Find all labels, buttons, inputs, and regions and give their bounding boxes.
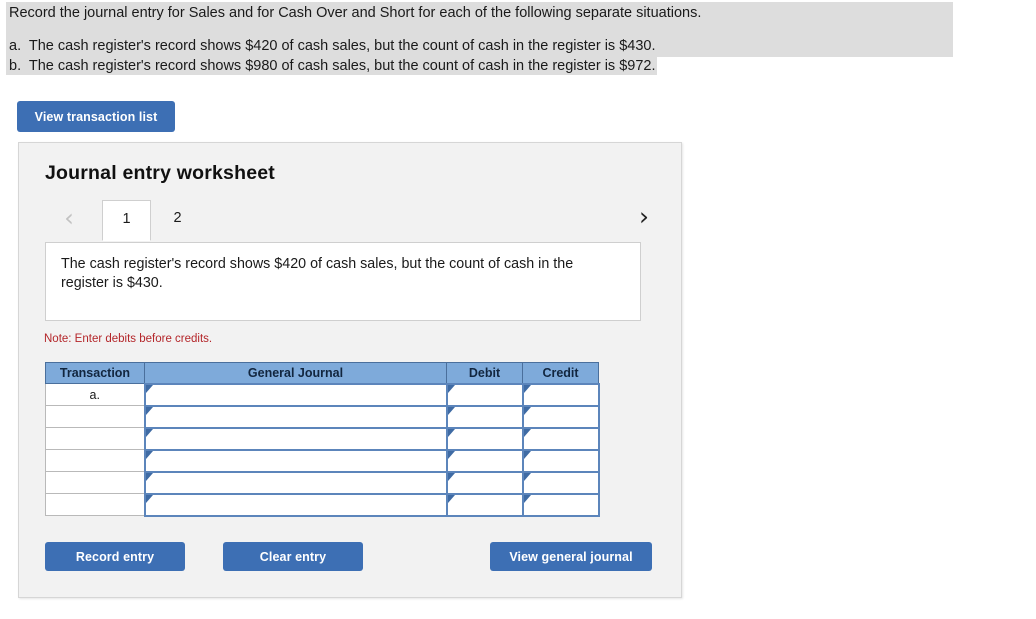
record-entry-button[interactable]: Record entry [45,542,185,571]
cell-general-journal-2[interactable] [143,404,448,429]
situation-a-text: a. The cash register's record shows $420… [9,38,656,54]
cell-transaction-4[interactable] [45,449,145,472]
cell-credit-3[interactable] [521,426,600,451]
tab-entry-2[interactable]: 2 [153,200,202,241]
table-row [45,448,600,473]
cell-transaction-3[interactable] [45,427,145,450]
situation-description-text: The cash register's record shows $420 of… [61,256,574,291]
cell-credit-5[interactable] [521,470,600,495]
cell-debit-6[interactable] [445,492,524,517]
cell-debit-1[interactable] [445,382,524,407]
table-row: a. [45,382,600,407]
table-row [45,492,600,517]
journal-entry-table: Transaction General Journal Debit Credit… [45,362,600,517]
journal-table-body: a. [45,382,600,517]
column-header-general-journal: General Journal [144,362,447,384]
cell-debit-3[interactable] [445,426,524,451]
situation-b: b. The cash register's record shows $980… [6,57,657,76]
cell-credit-1[interactable] [521,382,600,407]
table-row [45,426,600,451]
cell-debit-2[interactable] [445,404,524,429]
column-header-credit: Credit [522,362,599,384]
cell-general-journal-1[interactable] [143,382,448,407]
previous-page-chevron-icon[interactable]: ‹ [57,203,81,233]
cell-credit-6[interactable] [521,492,600,517]
worksheet-title: Journal entry worksheet [45,162,276,184]
cell-debit-4[interactable] [445,448,524,473]
tab-entry-1[interactable]: 1 [102,200,151,241]
journal-table-head: Transaction General Journal Debit Credit [45,362,599,384]
next-page-chevron-icon[interactable]: › [631,201,657,233]
cell-transaction-5[interactable] [45,471,145,494]
cell-transaction-6[interactable] [45,493,145,516]
cell-transaction-2[interactable] [45,405,145,428]
view-general-journal-button[interactable]: View general journal [490,542,652,571]
table-row [45,470,600,495]
cell-credit-4[interactable] [521,448,600,473]
debits-before-credits-note: Note: Enter debits before credits. [44,333,213,345]
problem-prompt: Record the journal entry for Sales and f… [6,2,953,25]
cell-general-journal-3[interactable] [143,426,448,451]
journal-entry-worksheet-panel: Journal entry worksheet ‹ 1 2 › The cash… [18,142,682,598]
column-header-transaction: Transaction [45,362,145,384]
column-header-debit: Debit [446,362,523,384]
clear-entry-button[interactable]: Clear entry [223,542,363,571]
highlight-gap-band [6,25,953,36]
worksheet-tab-bar: ‹ 1 2 › [19,198,681,242]
cell-general-journal-6[interactable] [143,492,448,517]
cell-general-journal-5[interactable] [143,470,448,495]
view-transaction-list-button[interactable]: View transaction list [17,101,175,132]
cell-debit-5[interactable] [445,470,524,495]
problem-prompt-text: Record the journal entry for Sales and f… [9,5,702,21]
table-row [45,404,600,429]
cell-credit-2[interactable] [521,404,600,429]
situation-b-text: b. The cash register's record shows $980… [6,57,657,75]
situation-a: a. The cash register's record shows $420… [6,36,953,57]
cell-transaction-1[interactable]: a. [45,383,145,406]
situation-description-box: The cash register's record shows $420 of… [45,242,641,321]
cell-general-journal-4[interactable] [143,448,448,473]
journal-table-header-row: Transaction General Journal Debit Credit [45,362,599,384]
